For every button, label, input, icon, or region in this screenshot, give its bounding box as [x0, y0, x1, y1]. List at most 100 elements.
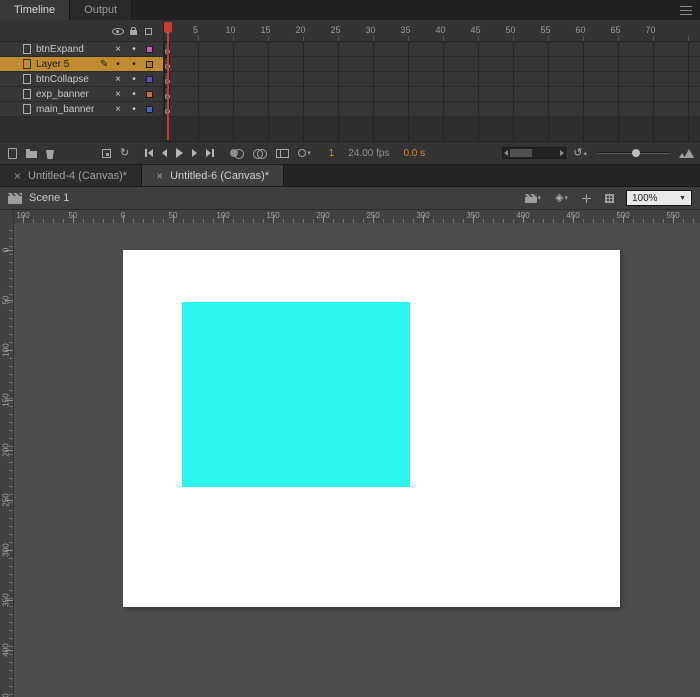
layer-outline-color-swatch[interactable] — [146, 106, 153, 113]
layer-lock-toggle[interactable]: • — [127, 74, 141, 85]
ruler-label: 150 — [1, 393, 11, 407]
layer-lock-toggle[interactable]: • — [127, 59, 141, 70]
timeline-scrollbar[interactable] — [502, 147, 567, 159]
timeline-zoom-slider[interactable] — [598, 146, 670, 160]
ruler-label: 400 — [516, 211, 530, 220]
frames-row-mainbanner[interactable] — [164, 102, 700, 117]
layer-row-layer5[interactable]: Layer 5 ✎ • • — [0, 57, 163, 72]
loop-button[interactable]: ↻ — [118, 146, 131, 161]
edit-bar-controls: ▾ ◈ ▾ 100% ▼ — [523, 190, 692, 206]
onion-skin-outlines-button[interactable] — [251, 147, 269, 160]
layer-visibility-toggle[interactable]: × — [111, 104, 125, 115]
ruler-label: 50 — [168, 211, 178, 220]
edit-scene-button[interactable]: ▾ — [523, 192, 544, 205]
show-hide-all-layers-icon[interactable] — [112, 28, 124, 35]
delete-layer-button[interactable] — [44, 145, 56, 161]
tab-timeline[interactable]: Timeline — [0, 0, 71, 20]
layer-row-expbanner[interactable]: exp_banner × • — [0, 87, 163, 102]
ruler-label: 200 — [1, 443, 11, 457]
ruler-label: 0 — [1, 247, 11, 253]
layer-lock-toggle[interactable]: • — [127, 104, 141, 115]
scene-clapperboard-icon — [8, 192, 22, 204]
layer-page-icon — [23, 74, 31, 84]
frames-row-btncollapse[interactable] — [164, 72, 700, 87]
triangle-right-icon — [206, 149, 212, 157]
layer-visibility-toggle[interactable]: • — [111, 59, 125, 70]
frames-row-layer5[interactable] — [164, 57, 700, 72]
timeline-main: btnExpand × • Layer 5 ✎ • • btnCollapse — [0, 42, 700, 141]
frames-row-btnexpand[interactable] — [164, 42, 700, 57]
center-frame-button[interactable] — [100, 147, 113, 160]
new-folder-button[interactable] — [24, 147, 39, 160]
layer-row-mainbanner[interactable]: main_banner × • — [0, 102, 163, 117]
frame-number: 30 — [365, 25, 376, 35]
outline-all-layers-icon[interactable] — [145, 28, 152, 35]
play-button[interactable] — [174, 146, 185, 160]
frame-number: 20 — [295, 25, 306, 35]
scroll-right-arrow-icon[interactable] — [560, 150, 565, 156]
horizontal-ruler[interactable]: 100 50 0 50 100 150 200 250 300 350 400 … — [14, 210, 700, 223]
crosshair-icon — [582, 193, 591, 203]
layer-visibility-toggle[interactable]: × — [111, 44, 125, 55]
go-to-last-frame-button[interactable] — [204, 147, 216, 159]
layer-page-icon — [23, 44, 31, 54]
zoom-dropdown-arrow-icon[interactable]: ▼ — [679, 195, 686, 202]
scroll-left-arrow-icon[interactable] — [504, 150, 509, 156]
vertical-ruler[interactable]: 0 50 100 150 200 250 300 350 400 450 — [0, 223, 14, 697]
edit-symbols-button[interactable]: ◈ ▾ — [553, 191, 570, 206]
lock-all-layers-icon[interactable] — [130, 27, 137, 35]
frames-row-expbanner[interactable] — [164, 87, 700, 102]
layer-visibility-toggle[interactable]: × — [111, 89, 125, 100]
close-tab-icon[interactable]: × — [156, 170, 163, 182]
triangle-left-icon — [148, 149, 154, 157]
go-to-first-frame-button[interactable] — [143, 147, 155, 159]
close-tab-icon[interactable]: × — [14, 170, 21, 182]
step-forward-button[interactable] — [190, 147, 199, 159]
edit-bar: Scene 1 ▾ ◈ ▾ 100% ▼ — [0, 187, 700, 209]
layer-outline-color-swatch[interactable] — [146, 46, 153, 53]
layer-outline-color-swatch[interactable] — [146, 61, 153, 68]
layer-lock-toggle[interactable]: • — [127, 89, 141, 100]
canvas-area[interactable]: 0 50 100 150 200 250 300 350 400 450 — [0, 223, 700, 697]
layer-lock-toggle[interactable]: • — [127, 44, 141, 55]
scrollbar-thumb[interactable] — [510, 149, 533, 157]
frame-number-ruler[interactable]: 1 5 10 15 20 25 30 35 40 45 50 55 60 65 … — [164, 20, 700, 41]
scene-name[interactable]: Scene 1 — [29, 192, 69, 204]
zoom-level-dropdown[interactable]: 100% ▼ — [626, 190, 692, 206]
frame-number: 5 — [192, 25, 199, 35]
cyan-rectangle-shape[interactable] — [182, 302, 410, 487]
document-tab-bar: × Untitled-4 (Canvas)* × Untitled-6 (Can… — [0, 165, 700, 187]
step-back-button[interactable] — [160, 147, 169, 159]
slider-handle[interactable] — [632, 149, 640, 157]
reset-timeline-zoom-button[interactable]: ↺ ▴ — [571, 146, 589, 161]
panel-menu-icon[interactable] — [680, 6, 692, 15]
tab-output[interactable]: Output — [70, 0, 133, 20]
timeline-zoom-fit-icon[interactable] — [679, 148, 694, 158]
frames-grid[interactable] — [164, 42, 700, 141]
new-layer-button[interactable] — [6, 146, 19, 161]
onion-skin-button[interactable] — [228, 147, 246, 160]
edit-symbols-icon: ◈ — [555, 191, 564, 204]
document-tab-untitled-6[interactable]: × Untitled-6 (Canvas)* — [142, 165, 285, 186]
dropdown-arrow-icon: ▾ — [307, 149, 311, 157]
layer-outline-color-swatch[interactable] — [146, 91, 153, 98]
panel-tab-bar: Timeline Output — [0, 0, 700, 20]
frame-rate-indicator[interactable]: 24.00 fps — [348, 148, 389, 159]
layer-row-btncollapse[interactable]: btnCollapse × • — [0, 72, 163, 87]
layer-visibility-toggle[interactable]: × — [111, 74, 125, 85]
frame-number: 45 — [470, 25, 481, 35]
layer-row-btnexpand[interactable]: btnExpand × • — [0, 42, 163, 57]
application-window: Timeline Output 1 5 10 15 20 25 30 35 4 — [0, 0, 700, 697]
ruler-label: 100 — [16, 211, 30, 220]
modify-markers-button[interactable]: ▾ — [296, 147, 313, 159]
stage[interactable] — [123, 250, 620, 607]
reset-zoom-icon: ↺ — [573, 146, 583, 159]
playhead-marker[interactable] — [164, 22, 172, 32]
frame-number: 50 — [505, 25, 516, 35]
clip-content-button[interactable] — [603, 192, 616, 205]
layer-outline-color-swatch[interactable] — [146, 76, 153, 83]
document-tab-untitled-4[interactable]: × Untitled-4 (Canvas)* — [0, 165, 143, 186]
center-stage-button[interactable] — [580, 192, 593, 205]
edit-multiple-frames-button[interactable] — [274, 147, 291, 160]
ruler-corner[interactable] — [0, 210, 14, 223]
